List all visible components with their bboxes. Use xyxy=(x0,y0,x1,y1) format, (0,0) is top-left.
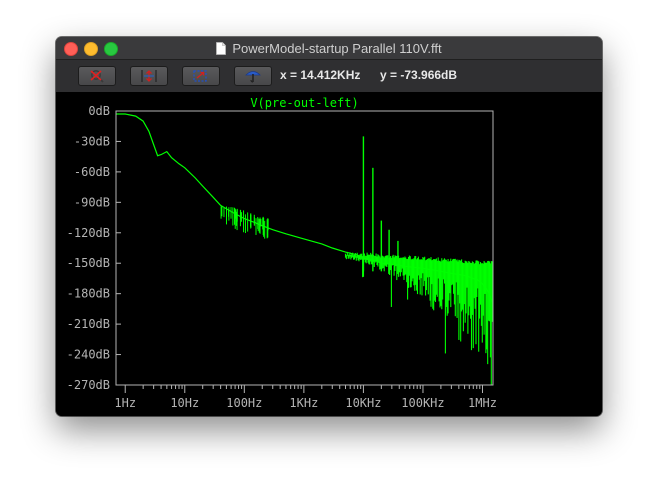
x-tick-label: 1MHz xyxy=(468,396,497,410)
y-tick-label: -150dB xyxy=(67,256,110,270)
title-wrap: PowerModel-startup Parallel 110V.fft xyxy=(56,37,602,59)
zoom-cancel-icon xyxy=(90,70,104,83)
x-tick-label: 100Hz xyxy=(226,396,262,410)
zoom-area-icon xyxy=(193,70,207,82)
x-tick-label: 10KHz xyxy=(345,396,381,410)
x-tick-label: 100KHz xyxy=(401,396,444,410)
x-cursor-readout: x = 14.412KHz xyxy=(280,68,361,82)
zoom-cancel-button[interactable] xyxy=(78,66,116,86)
y-tick-label: -180dB xyxy=(67,287,110,301)
screen: PowerModel-startup Parallel 110V.fft x =… xyxy=(0,0,658,491)
x-tick-label: 1KHz xyxy=(289,396,318,410)
fft-chart[interactable]: V(pre-out-left) 0dB -30dB -60dB -90dB -120dB -… xyxy=(56,92,602,416)
autorange-icon xyxy=(141,70,157,82)
plot-area[interactable]: V(pre-out-left) 0dB -30dB -60dB -90dB -120dB -… xyxy=(56,92,602,416)
y-tick-label: -30dB xyxy=(74,134,110,148)
toolbar: x = 14.412KHz y = -73.966dB xyxy=(56,60,602,92)
y-tick-label: -240dB xyxy=(67,348,110,362)
y-tick-label: -60dB xyxy=(74,165,110,179)
x-tick-label: 10Hz xyxy=(170,396,199,410)
y-tick-label: -210dB xyxy=(67,317,110,331)
x-tick-label: 1Hz xyxy=(114,396,136,410)
y-tick-label: -120dB xyxy=(67,226,110,240)
pan-button[interactable] xyxy=(234,66,272,86)
pan-icon xyxy=(245,71,261,83)
plot-frame xyxy=(115,110,494,386)
y-tick-label: -270dB xyxy=(67,378,110,392)
titlebar[interactable]: PowerModel-startup Parallel 110V.fft xyxy=(56,37,602,60)
y-cursor-readout: y = -73.966dB xyxy=(380,68,458,82)
zoom-area-button[interactable] xyxy=(182,66,220,86)
autorange-button[interactable] xyxy=(130,66,168,86)
y-tick-label: 0dB xyxy=(88,104,110,118)
waveform-window: PowerModel-startup Parallel 110V.fft x =… xyxy=(56,37,602,416)
y-tick-label: -90dB xyxy=(74,195,110,209)
document-icon xyxy=(216,41,227,55)
window-title: PowerModel-startup Parallel 110V.fft xyxy=(232,40,442,56)
chart-title: V(pre-out-left) xyxy=(250,96,358,110)
